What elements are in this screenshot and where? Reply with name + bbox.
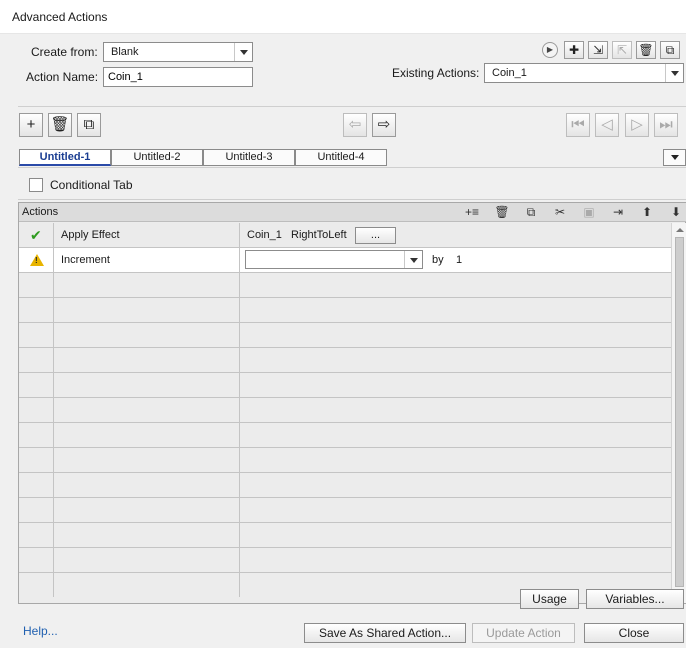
variable-select[interactable] (245, 250, 423, 269)
tab-untitled-1[interactable]: Untitled-1 (19, 149, 111, 166)
row-action-cell[interactable]: Apply Effect (54, 223, 240, 247)
target-effect: RightToLeft (291, 229, 347, 241)
move-up-arrow-icon[interactable]: ⬆ (638, 204, 656, 220)
create-from-label: Create from: (31, 45, 98, 59)
actions-header-label: Actions (22, 206, 59, 218)
tab-untitled-3[interactable]: Untitled-3 (203, 149, 295, 166)
help-link[interactable]: Help... (23, 624, 58, 638)
first-decision-icon[interactable]: ⏮ (566, 113, 590, 137)
row-status-cell: ! (19, 248, 54, 272)
update-action-button[interactable]: Update Action (472, 623, 575, 643)
indent-row-icon[interactable]: ⇥ (609, 204, 627, 220)
usage-button[interactable]: Usage (520, 589, 579, 609)
table-row[interactable]: ! Increment by 1 (19, 248, 671, 273)
insert-row-icon[interactable]: +≡ (463, 204, 481, 220)
row-status-cell: ✔ (19, 223, 54, 247)
row-action-cell[interactable]: Increment (54, 248, 240, 272)
next-decision-icon[interactable]: ▷ (625, 113, 649, 137)
export-action-icon[interactable]: ⇱ (612, 41, 632, 59)
existing-actions-value: Coin_1 (492, 67, 527, 79)
advanced-actions-dialog: Create from: Blank Action Name: Existing… (0, 34, 686, 648)
last-decision-icon[interactable]: ⏭ (654, 113, 678, 137)
table-row[interactable] (19, 298, 671, 323)
move-down-arrow-icon[interactable]: ⬇ (667, 204, 685, 220)
delete-decision-trash-icon[interactable]: 🗑 (48, 113, 72, 137)
table-row[interactable] (19, 273, 671, 298)
target-object: Coin_1 (247, 229, 282, 241)
table-row[interactable] (19, 448, 671, 473)
import-action-icon[interactable]: ⇲ (588, 41, 608, 59)
table-row[interactable] (19, 423, 671, 448)
save-as-shared-action-button[interactable]: Save As Shared Action... (304, 623, 466, 643)
actions-rows: ✔ Apply Effect Coin_1 RightToLeft ... ! … (19, 223, 671, 603)
table-row[interactable] (19, 398, 671, 423)
conditional-tab-label: Conditional Tab (50, 178, 133, 192)
new-action-plus-icon[interactable]: ✚ (564, 41, 584, 59)
scroll-up-arrow-icon[interactable] (672, 223, 686, 237)
warning-icon: ! (30, 254, 44, 266)
chevron-down-icon (234, 43, 252, 61)
increment-amount[interactable]: 1 (456, 254, 462, 266)
check-icon: ✔ (30, 227, 42, 243)
conditional-tab-checkbox[interactable] (29, 178, 43, 192)
table-row[interactable] (19, 548, 671, 573)
add-decision-plus-icon[interactable]: + (19, 113, 43, 137)
action-name-label: Action Name: (26, 70, 99, 84)
scrollbar-thumb[interactable] (675, 237, 684, 587)
tab-untitled-2[interactable]: Untitled-2 (111, 149, 203, 166)
row-target-cell[interactable]: by 1 (240, 248, 671, 272)
grid-scrollbar[interactable] (671, 223, 686, 603)
tab-untitled-4[interactable]: Untitled-4 (295, 149, 387, 166)
divider (18, 106, 686, 107)
delete-row-trash-icon[interactable]: 🗑 (493, 204, 511, 220)
chevron-down-icon (404, 251, 422, 268)
actions-grid-header: Actions +≡ 🗑 ⧉ ✂ ▣ ⇥ ⬆ ⬇ (19, 203, 686, 222)
existing-actions-label: Existing Actions: (392, 66, 480, 80)
close-button[interactable]: Close (584, 623, 684, 643)
create-from-value: Blank (111, 46, 139, 58)
existing-actions-select[interactable]: Coin_1 (484, 63, 684, 83)
cut-scissors-icon[interactable]: ✂ (551, 204, 569, 220)
chevron-down-icon (665, 64, 683, 82)
preview-play-icon[interactable]: ▶ (542, 42, 558, 58)
delete-action-trash-icon[interactable]: 🗑 (636, 41, 656, 59)
export-decision-icon[interactable]: ⇨ (372, 113, 396, 137)
table-row[interactable] (19, 373, 671, 398)
row-target-cell[interactable]: Coin_1 RightToLeft ... (240, 223, 671, 247)
tabs-dropdown-icon[interactable] (663, 149, 686, 166)
create-from-select[interactable]: Blank (103, 42, 253, 62)
title-bar: Advanced Actions (0, 0, 686, 34)
action-name-input[interactable] (103, 67, 253, 87)
actions-grid: Actions +≡ 🗑 ⧉ ✂ ▣ ⇥ ⬆ ⬇ ✔ Apply Effect … (18, 202, 686, 604)
table-row[interactable] (19, 523, 671, 548)
effect-options-button[interactable]: ... (355, 227, 396, 244)
variables-button[interactable]: Variables... (586, 589, 684, 609)
duplicate-action-icon[interactable]: ⧉ (660, 41, 680, 59)
conditional-panel: Conditional Tab (18, 167, 686, 200)
table-row[interactable]: ✔ Apply Effect Coin_1 RightToLeft ... (19, 223, 671, 248)
import-decision-icon[interactable]: ⇦ (343, 113, 367, 137)
table-row[interactable] (19, 323, 671, 348)
by-label: by (432, 254, 444, 266)
paste-icon[interactable]: ▣ (580, 204, 598, 220)
table-row[interactable] (19, 473, 671, 498)
previous-decision-icon[interactable]: ◁ (595, 113, 619, 137)
copy-row-icon[interactable]: ⧉ (522, 204, 540, 220)
table-row[interactable] (19, 498, 671, 523)
duplicate-decision-icon[interactable]: ⧉ (77, 113, 101, 137)
table-row[interactable] (19, 348, 671, 373)
window-title: Advanced Actions (12, 10, 108, 24)
